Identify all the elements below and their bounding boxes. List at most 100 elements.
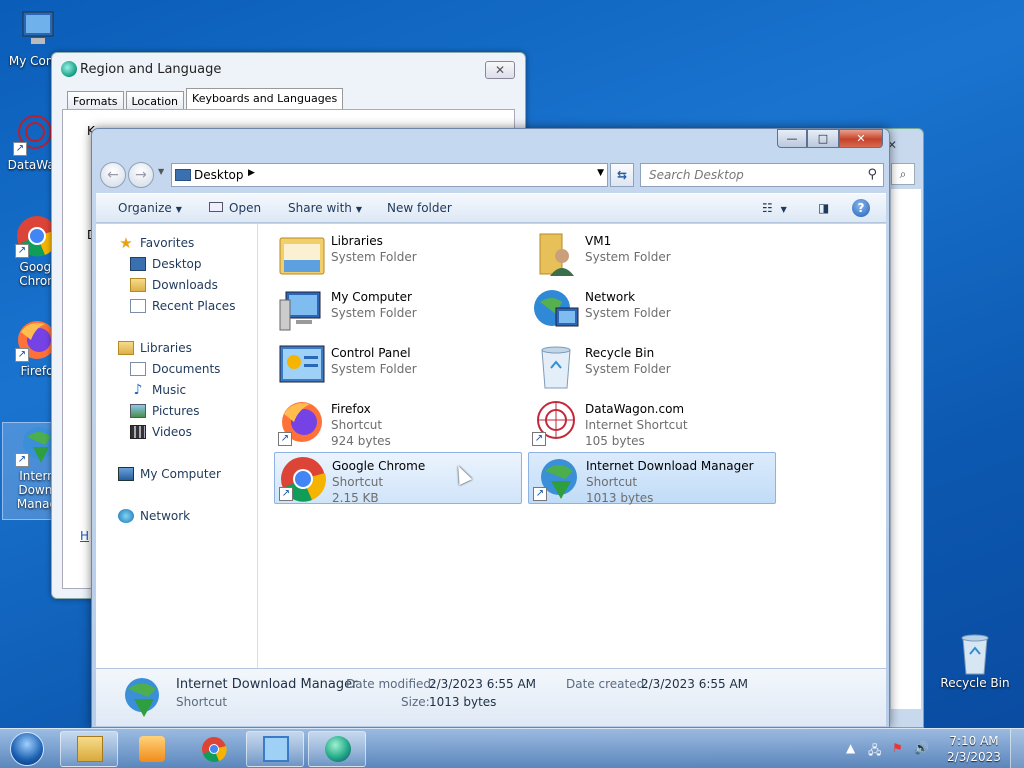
date-created-label: Date created: xyxy=(566,677,649,691)
file-item-datawagon[interactable]: ↗ DataWagon.com Internet Shortcut 105 by… xyxy=(528,396,776,448)
shortcut-arrow-icon: ↗ xyxy=(15,244,29,258)
folder-icon xyxy=(77,736,103,762)
share-with-button[interactable]: Share with ▼ xyxy=(288,201,362,215)
nav-label: Downloads xyxy=(152,278,218,292)
chrome-icon xyxy=(201,736,227,762)
date-modified-value: 2/3/2023 6:55 AM xyxy=(429,677,537,691)
date-created-value: 2/3/2023 6:55 AM xyxy=(641,677,749,691)
item-size: 1013 bytes xyxy=(586,491,654,505)
file-item-network[interactable]: Network System Folder xyxy=(528,284,776,336)
nav-my-computer[interactable]: My Computer xyxy=(118,467,221,481)
nav-label: Libraries xyxy=(140,341,192,355)
shortcut-arrow-icon: ↗ xyxy=(15,348,29,362)
show-desktop-button[interactable] xyxy=(1010,729,1024,768)
minimize-button[interactable]: — xyxy=(777,129,807,148)
nav-pictures[interactable]: Pictures xyxy=(130,404,200,418)
file-item-my-computer[interactable]: My Computer System Folder xyxy=(274,284,522,336)
file-item-internet-download-manager[interactable]: ↗ Internet Download Manager Shortcut 101… xyxy=(528,452,776,505)
address-bar[interactable]: Desktop ▶ ▼ xyxy=(171,163,608,187)
forward-button[interactable]: → xyxy=(128,162,154,188)
file-item-libraries[interactable]: Libraries System Folder xyxy=(274,228,522,280)
preview-pane-icon[interactable]: ◨ xyxy=(818,201,829,215)
clock-date: 2/3/2023 xyxy=(947,750,1001,764)
start-button[interactable] xyxy=(4,729,52,768)
clock-time: 7:10 AM xyxy=(949,734,999,748)
taskbar-explorer[interactable] xyxy=(60,731,118,767)
file-item-firefox[interactable]: ↗ Firefox Shortcut 924 bytes xyxy=(274,396,522,448)
taskbar-region-language[interactable] xyxy=(308,731,366,767)
shortcut-arrow-icon: ↗ xyxy=(533,487,547,501)
open-icon xyxy=(209,202,223,212)
idm-icon xyxy=(116,675,164,721)
volume-icon[interactable]: 🔊 xyxy=(914,741,929,755)
nav-libraries[interactable]: Libraries xyxy=(118,341,192,355)
item-size: 924 bytes xyxy=(331,434,391,448)
pictures-icon xyxy=(130,404,146,418)
chevron-down-icon[interactable]: ▼ xyxy=(597,168,604,178)
downloads-icon xyxy=(130,278,146,292)
search-icon[interactable]: ⚲ xyxy=(867,167,877,182)
help-link[interactable]: H xyxy=(80,529,89,543)
maximize-button[interactable]: □ xyxy=(807,129,839,148)
item-name: Libraries xyxy=(331,234,383,248)
change-view-button[interactable]: ☷ ▼ xyxy=(762,201,787,215)
nav-desktop[interactable]: Desktop xyxy=(130,257,202,271)
recent-pages-dropdown[interactable]: ▼ xyxy=(158,167,164,176)
new-folder-button[interactable]: New folder xyxy=(387,201,452,215)
clock[interactable]: 7:10 AM 2/3/2023 xyxy=(944,733,1004,765)
tab-location[interactable]: Location xyxy=(125,91,185,111)
tab-formats[interactable]: Formats xyxy=(67,91,124,111)
dialog-title: Region and Language xyxy=(80,62,222,77)
desktop-icon-recycle-bin[interactable]: Recycle Bin xyxy=(940,630,1010,690)
back-button[interactable]: ← xyxy=(100,162,126,188)
dialog-close-button[interactable]: ✕ xyxy=(485,61,515,79)
nav-network[interactable]: Network xyxy=(118,509,190,523)
navigation-pane: ★ Favorites Desktop Downloads Recent Plac… xyxy=(96,224,258,668)
open-button[interactable]: Open xyxy=(209,201,261,215)
window-content xyxy=(891,189,921,709)
nav-recent-places[interactable]: Recent Places xyxy=(130,299,235,313)
music-icon: ♪ xyxy=(133,382,143,398)
file-item-vm1[interactable]: VM1 System Folder xyxy=(528,228,776,280)
chevron-right-icon[interactable]: ▶ xyxy=(248,168,255,178)
nav-downloads[interactable]: Downloads xyxy=(130,278,218,292)
item-name: VM1 xyxy=(585,234,612,248)
nav-music[interactable]: ♪ Music xyxy=(130,382,187,398)
item-size: 105 bytes xyxy=(585,434,645,448)
item-type: System Folder xyxy=(331,306,417,320)
taskbar-media-player[interactable] xyxy=(122,731,180,767)
details-name: Internet Download Manager xyxy=(176,677,358,692)
item-type: Shortcut xyxy=(332,475,384,489)
file-item-google-chrome[interactable]: ↗ Google Chrome Shortcut 2.15 KB xyxy=(274,452,522,505)
file-item-recycle-bin[interactable]: Recycle Bin System Folder xyxy=(528,340,776,392)
search-icon[interactable]: ⌕ xyxy=(891,163,915,185)
item-name: My Computer xyxy=(331,290,412,304)
search-box[interactable]: Search Desktop ⚲ xyxy=(640,163,884,187)
nav-documents[interactable]: Documents xyxy=(130,362,220,376)
refresh-button[interactable]: ⇆ xyxy=(610,163,634,187)
size-label: Size: xyxy=(401,695,430,709)
control-panel-icon xyxy=(278,342,326,390)
address-text[interactable]: Desktop xyxy=(194,168,244,182)
network-tray-icon[interactable]: 🖧 xyxy=(868,741,881,762)
item-type: System Folder xyxy=(331,362,417,376)
recent-places-icon xyxy=(130,299,146,313)
organize-button[interactable]: Organize ▼ xyxy=(118,201,182,215)
search-input[interactable]: Search Desktop xyxy=(649,168,744,182)
nav-label: My Computer xyxy=(140,467,221,481)
taskbar-control-panel[interactable] xyxy=(246,731,304,767)
nav-videos[interactable]: Videos xyxy=(130,425,192,439)
close-button[interactable]: ✕ xyxy=(839,129,883,148)
nav-favorites[interactable]: ★ Favorites xyxy=(118,236,194,251)
media-player-icon xyxy=(139,736,165,762)
help-icon[interactable]: ? xyxy=(852,199,870,217)
item-size: 2.15 KB xyxy=(332,491,379,505)
item-type: Shortcut xyxy=(586,475,638,489)
show-hidden-icons-button[interactable]: ▲ xyxy=(846,741,855,755)
taskbar-chrome[interactable] xyxy=(184,731,242,767)
network-icon xyxy=(532,286,580,334)
chevron-down-icon: ▼ xyxy=(355,205,363,214)
action-center-icon[interactable]: ⚑ xyxy=(892,741,903,755)
file-item-control-panel[interactable]: Control Panel System Folder xyxy=(274,340,522,392)
details-pane: Internet Download Manager Shortcut Date … xyxy=(96,668,886,726)
